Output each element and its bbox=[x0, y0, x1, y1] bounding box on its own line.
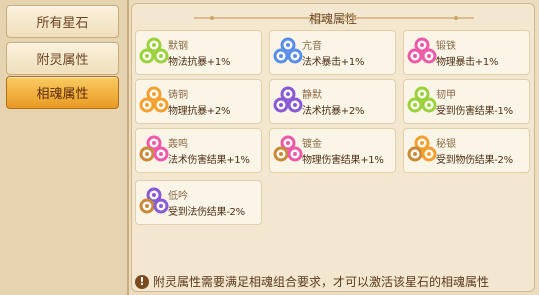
card-effect: 物理伤害结果+1% bbox=[302, 155, 384, 166]
card-effect: 物法抗暴+1% bbox=[168, 57, 231, 68]
card-name: 轰鸣 bbox=[168, 139, 188, 150]
attribute-card[interactable]: 锻铁物理暴击+1% bbox=[403, 30, 530, 75]
tab-all-stars[interactable]: 所有星石 bbox=[6, 5, 119, 38]
card-effect: 物理抗暴+2% bbox=[168, 106, 231, 117]
pink-gold-gem-icon bbox=[273, 135, 303, 162]
purple-gold-gem-icon bbox=[139, 187, 169, 214]
tab-attach-attributes[interactable]: 附灵属性 bbox=[6, 42, 119, 75]
attribute-card[interactable]: 静默法术抗暴+2% bbox=[269, 79, 396, 124]
pink-gem-icon bbox=[407, 37, 437, 64]
warning-icon: ! bbox=[135, 274, 149, 289]
attribute-card[interactable]: 轰鸣法术伤害结果+1% bbox=[135, 128, 262, 173]
right-ornament-icon bbox=[341, 13, 474, 23]
card-name: 镀金 bbox=[302, 139, 322, 150]
card-name: 静默 bbox=[302, 90, 322, 101]
card-effect: 法术抗暴+2% bbox=[302, 106, 365, 117]
card-name: 秘银 bbox=[436, 139, 456, 150]
pink-blue-gem-icon bbox=[139, 135, 169, 162]
attribute-card[interactable]: 韧甲受到伤害结果-1% bbox=[403, 79, 530, 124]
card-name: 低吟 bbox=[168, 191, 188, 202]
blue-gem-icon bbox=[273, 37, 303, 64]
green-gem-icon bbox=[139, 37, 169, 64]
attribute-card[interactable]: 亢音法术暴击+1% bbox=[269, 30, 396, 75]
card-effect: 法术伤害结果+1% bbox=[168, 155, 250, 166]
card-name: 韧甲 bbox=[436, 90, 456, 101]
card-effect: 法术暴击+1% bbox=[302, 57, 365, 68]
orange-gem-icon bbox=[139, 86, 169, 113]
green-pink-gem-icon bbox=[407, 86, 437, 113]
requirement-note-text: 附灵属性需要满足相魂组合要求，才可以激活该星石的相魂属性 bbox=[153, 275, 490, 289]
attribute-card[interactable]: 秘银受到物伤结果-2% bbox=[403, 128, 530, 173]
attribute-card[interactable]: 镀金物理伤害结果+1% bbox=[269, 128, 396, 173]
card-name: 铸铜 bbox=[168, 90, 188, 101]
card-name: 锻铁 bbox=[436, 41, 456, 52]
requirement-note: ! 附灵属性需要满足相魂组合要求，才可以激活该星石的相魂属性 bbox=[135, 273, 489, 290]
card-name: 亢音 bbox=[302, 41, 322, 52]
card-name: 默钢 bbox=[168, 41, 188, 52]
purple-gem-icon bbox=[273, 86, 303, 113]
attribute-card[interactable]: 低吟受到法伤结果-2% bbox=[135, 180, 262, 225]
card-effect: 受到伤害结果-1% bbox=[436, 106, 513, 117]
tab-soul-attributes[interactable]: 相魂属性 bbox=[6, 76, 119, 109]
card-effect: 物理暴击+1% bbox=[436, 57, 499, 68]
attribute-card[interactable]: 铸铜物理抗暴+2% bbox=[135, 79, 262, 124]
attribute-card[interactable]: 默钢物法抗暴+1% bbox=[135, 30, 262, 75]
card-effect: 受到法伤结果-2% bbox=[168, 207, 245, 218]
sidebar: 所有星石 附灵属性 相魂属性 bbox=[0, 0, 129, 295]
orange-gold-gem-icon bbox=[407, 135, 437, 162]
card-effect: 受到物伤结果-2% bbox=[436, 155, 513, 166]
